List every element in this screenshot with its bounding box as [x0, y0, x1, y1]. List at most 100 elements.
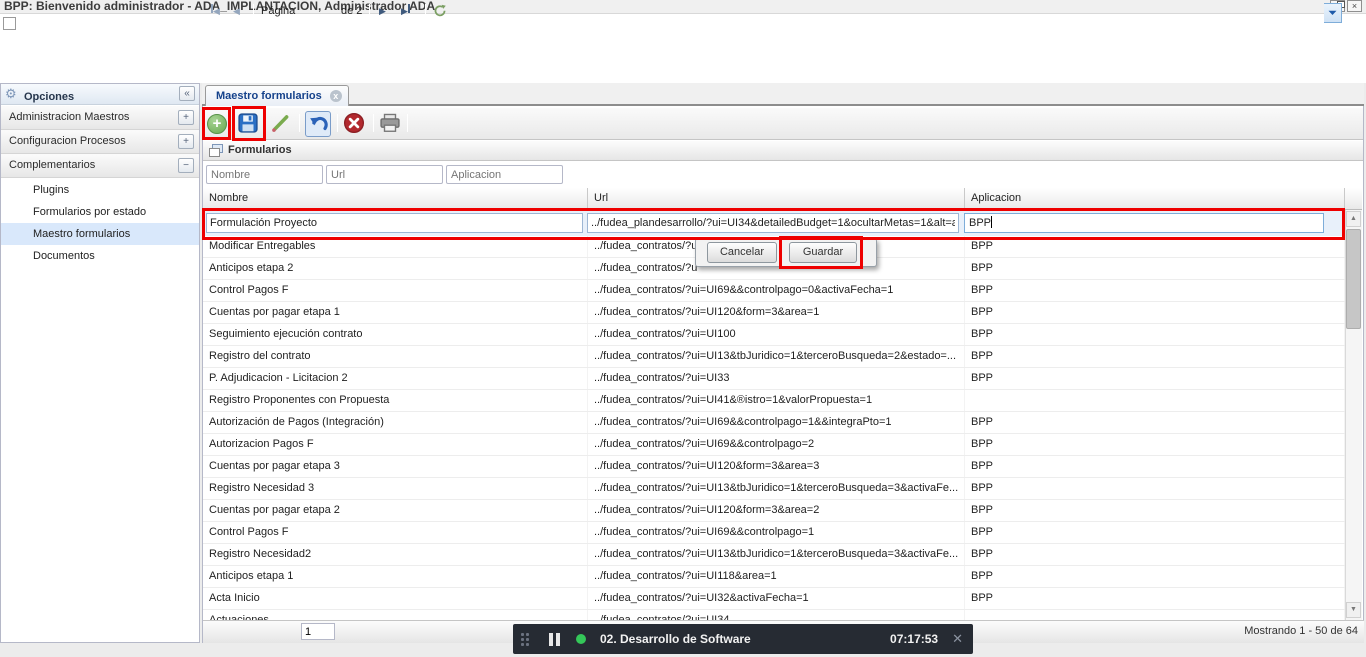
column-header-nombre[interactable]: Nombre [203, 188, 588, 209]
tracker-task-label: 02. Desarrollo de Software [600, 632, 751, 646]
sidebar-section-administracion-maestros[interactable]: Administracion Maestros + [1, 106, 199, 130]
next-page-icon: ▶ [379, 6, 386, 16]
table-row[interactable]: P. Adjudicacion - Licitacion 2 ../fudea_… [203, 368, 1345, 390]
table-row[interactable]: Registro Necesidad2 ../fudea_contratos/?… [203, 544, 1345, 566]
sidebar-item-documentos[interactable]: Documentos [1, 245, 199, 267]
table-row[interactable]: Seguimiento ejecución contrato ../fudea_… [203, 324, 1345, 346]
cell-url: ../fudea_contratos/?ui=UI34 [588, 610, 965, 620]
tab-maestro-formularios[interactable]: Maestro formularios x [205, 85, 349, 106]
toolbar-separator [299, 114, 300, 132]
sidebar-section-configuracion-procesos[interactable]: Configuracion Procesos + [1, 130, 199, 154]
expand-plus-icon[interactable]: + [178, 110, 194, 125]
last-page-icon: ▶ [401, 6, 408, 16]
paging-separator [253, 4, 254, 19]
column-header-url[interactable]: Url [588, 188, 965, 209]
filter-aplicacion-input[interactable] [446, 165, 563, 184]
page-number-input[interactable] [301, 623, 335, 640]
last-page-button[interactable]: ▶ [401, 4, 410, 19]
filter-nombre-input[interactable] [206, 165, 323, 184]
collapse-minus-icon[interactable]: − [178, 158, 194, 173]
cell-aplicacion: BPP [965, 500, 1345, 521]
edit-url-input[interactable] [587, 213, 959, 233]
table-row[interactable]: Acta Inicio ../fudea_contratos/?ui=UI32&… [203, 588, 1345, 610]
stray-checkbox[interactable] [3, 17, 16, 30]
prev-page-button[interactable]: ◀ [233, 4, 240, 19]
cell-url: ../fudea_contratos/?ui=UI33 [588, 368, 965, 389]
cell-nombre: Seguimiento ejecución contrato [203, 324, 588, 345]
sidebar-item-plugins[interactable]: Plugins [1, 179, 199, 201]
sidebar-item-maestro-formularios[interactable]: Maestro formularios [1, 223, 199, 245]
toolbar-separator [337, 114, 338, 132]
save-button[interactable] [237, 112, 261, 136]
cell-nombre: Anticipos etapa 2 [203, 258, 588, 279]
cell-url: ../fudea_contratos/?ui=UI69&&controlpago… [588, 434, 965, 455]
cell-url: ../fudea_contratos/?ui=UI13&tbJuridico=1… [588, 544, 965, 565]
time-tracker-widget: 02. Desarrollo de Software 07:17:53 ✕ [513, 624, 973, 654]
toolbar-separator [407, 114, 408, 132]
table-row[interactable]: Anticipos etapa 1 ../fudea_contratos/?ui… [203, 566, 1345, 588]
close-window-button[interactable]: × [1347, 0, 1362, 12]
next-page-button[interactable]: ▶ [379, 4, 386, 19]
print-button[interactable] [379, 113, 403, 137]
table-row[interactable]: Registro del contrato ../fudea_contratos… [203, 346, 1345, 368]
cell-url: ../fudea_contratos/?ui=UI120&form=3&area… [588, 500, 965, 521]
cell-aplicacion [965, 610, 1345, 620]
table-row[interactable]: Cuentas por pagar etapa 1 ../fudea_contr… [203, 302, 1345, 324]
scroll-thumb[interactable] [1346, 229, 1361, 329]
save-edit-button[interactable]: Guardar [789, 242, 857, 263]
sidebar-collapse-button[interactable]: « [179, 86, 195, 101]
grid-body: Modificar Entregables ../fudea_contratos… [203, 236, 1345, 620]
cell-url: ../fudea_contratos/?ui=UI41&®istro=1&val… [588, 390, 965, 411]
table-row[interactable]: Registro Necesidad 3 ../fudea_contratos/… [203, 478, 1345, 500]
screen: BPP: Bienvenido administrador - ADA_IMPL… [0, 0, 1366, 657]
edit-button[interactable] [269, 112, 293, 136]
table-row[interactable]: Cuentas por pagar etapa 2 ../fudea_contr… [203, 500, 1345, 522]
add-button[interactable]: + [205, 112, 229, 136]
sidebar-header: ⚙ Opciones « [1, 84, 199, 105]
table-row[interactable]: Autorización de Pagos (Integración) ../f… [203, 412, 1345, 434]
combo-dropdown-trigger[interactable] [1324, 3, 1342, 23]
prev-page-icon: ◀ [233, 6, 240, 16]
cell-aplicacion: BPP [965, 588, 1345, 609]
cancel-button[interactable] [343, 112, 367, 136]
sidebar-item-formularios-por-estado[interactable]: Formularios por estado [1, 201, 199, 223]
table-row[interactable]: Cuentas por pagar etapa 3 ../fudea_contr… [203, 456, 1345, 478]
first-page-button[interactable]: ◀ [211, 4, 220, 19]
edit-nombre-input[interactable] [206, 213, 583, 233]
scroll-up-button[interactable]: ▲ [1346, 211, 1361, 227]
tracker-close-button[interactable]: ✕ [952, 631, 963, 647]
cell-nombre: Autorización de Pagos (Integración) [203, 412, 588, 433]
cancel-edit-button[interactable]: Cancelar [707, 242, 777, 263]
cell-nombre: Cuentas por pagar etapa 2 [203, 500, 588, 521]
edit-aplicacion-combobox[interactable]: BPP [964, 213, 1324, 233]
table-row[interactable]: Autorizacion Pagos F ../fudea_contratos/… [203, 434, 1345, 456]
cell-url: ../fudea_contratos/?ui=UI69&&controlpago… [588, 280, 965, 301]
tab-close-icon[interactable]: x [330, 90, 342, 102]
scroll-down-button[interactable]: ▼ [1346, 602, 1361, 618]
cell-aplicacion: BPP [965, 456, 1345, 477]
cell-url: ../fudea_contratos/?ui=UI13&tbJuridico=1… [588, 478, 965, 499]
cell-aplicacion: BPP [965, 478, 1345, 499]
paging-status: Mostrando 1 - 50 de 64 [1244, 625, 1358, 637]
cell-aplicacion: BPP [965, 522, 1345, 543]
filter-url-input[interactable] [326, 165, 443, 184]
cell-aplicacion: BPP [965, 434, 1345, 455]
table-row[interactable]: Actuaciones ../fudea_contratos/?ui=UI34 [203, 610, 1345, 620]
cell-nombre: Autorizacion Pagos F [203, 434, 588, 455]
cell-nombre: Registro Proponentes con Propuesta [203, 390, 588, 411]
table-row[interactable]: Control Pagos F ../fudea_contratos/?ui=U… [203, 280, 1345, 302]
pause-button[interactable] [549, 633, 560, 646]
refresh-button[interactable] [433, 4, 447, 19]
cell-nombre: Modificar Entregables [203, 236, 588, 257]
cell-aplicacion: BPP [965, 412, 1345, 433]
cell-aplicacion: BPP [965, 566, 1345, 587]
cell-aplicacion: BPP [965, 368, 1345, 389]
forms-stack-icon [209, 144, 224, 158]
sidebar-section-complementarios[interactable]: Complementarios − [1, 154, 199, 178]
expand-plus-icon[interactable]: + [178, 134, 194, 149]
table-row[interactable]: Control Pagos F ../fudea_contratos/?ui=U… [203, 522, 1345, 544]
table-row[interactable]: Registro Proponentes con Propuesta ../fu… [203, 390, 1345, 412]
undo-button[interactable] [305, 111, 331, 137]
column-header-aplicacion[interactable]: Aplicacion [965, 188, 1345, 209]
drag-handle-icon[interactable] [521, 633, 535, 646]
